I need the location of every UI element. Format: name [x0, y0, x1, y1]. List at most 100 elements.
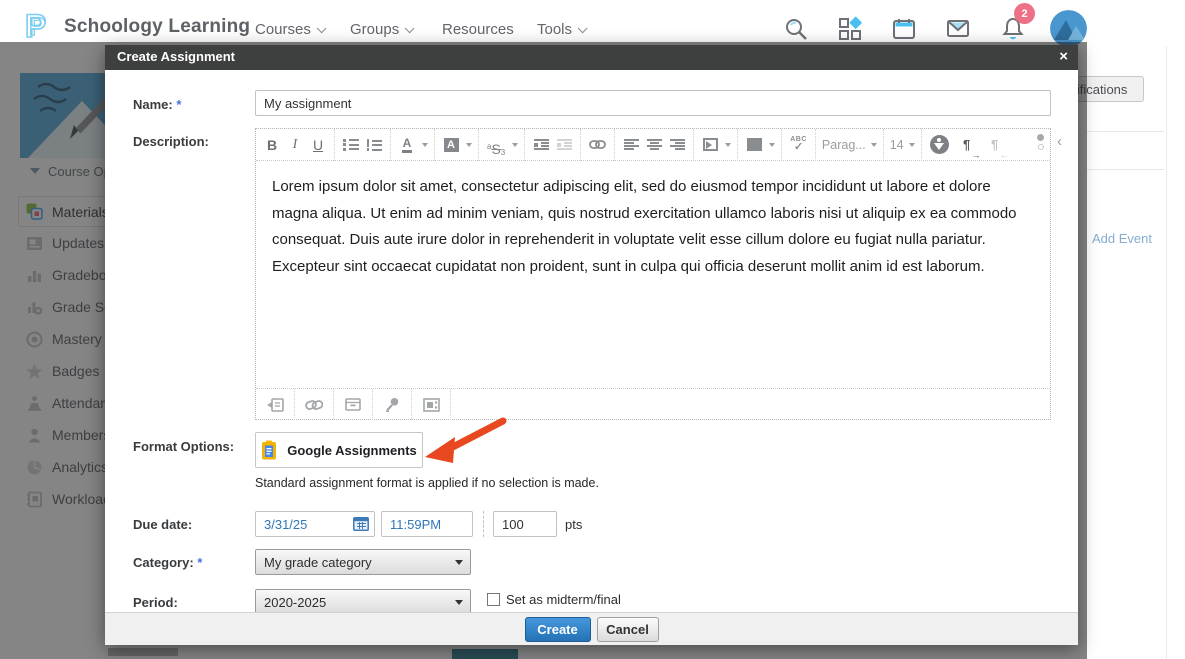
spellcheck-button[interactable]: ABC✓ — [788, 133, 809, 157]
insert-link-button[interactable] — [587, 133, 608, 157]
due-time-input[interactable] — [381, 511, 473, 537]
add-event-link[interactable]: Add Event — [1092, 231, 1152, 246]
bullet-list-icon — [343, 139, 359, 151]
align-left-icon — [624, 139, 639, 150]
google-assignments-label: Google Assignments — [287, 443, 417, 458]
create-button[interactable]: Create — [525, 617, 591, 642]
required-asterisk: * — [176, 97, 181, 112]
midterm-checkbox-label: Set as midterm/final — [506, 592, 621, 607]
collapse-toolbar-chevron[interactable]: ‹ — [1057, 133, 1062, 150]
nav-groups[interactable]: Groups — [350, 21, 411, 38]
insert-image-button[interactable] — [412, 389, 451, 420]
chevron-down-icon — [405, 23, 415, 33]
align-right-button[interactable] — [667, 133, 687, 157]
google-assignments-icon — [261, 440, 277, 460]
accessibility-icon — [930, 135, 949, 154]
schoology-logo-icon[interactable]: P P — [20, 6, 58, 44]
align-right-icon — [670, 139, 685, 150]
cancel-button[interactable]: Cancel — [597, 617, 659, 642]
chevron-down-icon — [317, 23, 327, 33]
italic-button[interactable]: I — [285, 133, 305, 157]
points-input[interactable] — [493, 511, 557, 537]
align-center-button[interactable] — [644, 133, 664, 157]
nav-courses[interactable]: Courses — [255, 21, 323, 38]
brand-name[interactable]: Schoology Learning — [64, 16, 250, 38]
bold-button[interactable]: B — [262, 133, 282, 157]
divider — [483, 511, 484, 537]
select-caret-icon — [455, 560, 463, 565]
description-label: Description: — [133, 134, 209, 149]
font-color-button[interactable]: A — [397, 133, 417, 157]
numbered-list-button[interactable] — [364, 133, 384, 157]
strikethrough-caret-icon[interactable] — [512, 143, 518, 147]
svg-text:P: P — [29, 13, 46, 41]
editor-bottom-toolbar — [256, 388, 1050, 419]
chevron-down-icon — [578, 23, 588, 33]
text-direction-rtl-button[interactable]: ¶ — [987, 133, 1007, 157]
text-direction-ltr-button[interactable]: ¶ — [959, 133, 979, 157]
category-select[interactable]: My grade category — [255, 549, 471, 575]
calendar-icon[interactable] — [891, 16, 917, 42]
format-help-text: Standard assignment format is applied if… — [255, 476, 599, 490]
record-audio-button[interactable] — [373, 389, 412, 420]
close-icon[interactable]: × — [1059, 48, 1068, 65]
divider — [1087, 169, 1164, 170]
indent-button[interactable] — [531, 133, 551, 157]
table-icon — [747, 138, 762, 151]
apps-grid-icon[interactable] — [837, 16, 863, 42]
resource-box-icon — [345, 398, 361, 411]
insert-table-button[interactable] — [744, 133, 764, 157]
messages-icon[interactable] — [945, 16, 971, 42]
notification-count-badge: 2 — [1014, 3, 1035, 24]
accessibility-checker-button[interactable] — [928, 133, 951, 157]
underline-button[interactable]: U — [308, 133, 328, 157]
rich-text-editor: B I U A A aS3 — [255, 128, 1051, 420]
nav-resources[interactable]: Resources — [442, 21, 514, 38]
name-label: Name: * — [133, 97, 181, 112]
attach-link-button[interactable] — [295, 389, 334, 420]
insert-media-icon — [703, 138, 718, 151]
description-textarea[interactable]: Lorem ipsum dolor sit amet, consectetur … — [256, 162, 1050, 387]
microphone-icon — [385, 397, 400, 412]
insert-content-icon — [267, 398, 284, 412]
font-size-caret-icon — [909, 143, 915, 147]
font-color-caret-icon[interactable] — [422, 143, 428, 147]
right-rail-border — [1166, 46, 1167, 659]
spellcheck-icon: ABC✓ — [790, 136, 807, 153]
annotation-arrow — [417, 415, 509, 477]
align-center-icon — [647, 139, 662, 150]
insert-media-button[interactable] — [700, 133, 720, 157]
name-input[interactable] — [255, 90, 1051, 116]
midterm-checkbox[interactable] — [487, 593, 500, 606]
divider — [1087, 131, 1164, 132]
modal-header: Create Assignment × — [105, 45, 1078, 70]
strikethrough-subscript-button[interactable]: aS3 — [485, 133, 507, 157]
dot-icon — [1038, 144, 1044, 150]
create-assignment-modal: Create Assignment × Name: * Description:… — [105, 45, 1078, 645]
insert-content-button[interactable] — [256, 389, 295, 420]
required-asterisk: * — [197, 555, 202, 570]
outdent-icon — [557, 139, 572, 150]
indent-icon — [534, 139, 549, 150]
outdent-button[interactable] — [554, 133, 574, 157]
dot-icon — [1037, 134, 1044, 141]
search-icon[interactable] — [783, 16, 809, 42]
due-date-label: Due date: — [133, 517, 192, 532]
nav-tools[interactable]: Tools — [537, 21, 584, 38]
format-options-label: Format Options: — [133, 439, 234, 454]
datepicker-calendar-icon[interactable] — [353, 517, 369, 531]
insert-media-caret-icon[interactable] — [725, 143, 731, 147]
insert-table-caret-icon[interactable] — [769, 143, 775, 147]
background-color-button[interactable]: A — [441, 133, 461, 157]
image-icon — [423, 398, 440, 412]
attach-resource-button[interactable] — [334, 389, 373, 420]
numbered-list-icon — [366, 139, 382, 151]
align-left-button[interactable] — [621, 133, 641, 157]
modal-title: Create Assignment — [117, 49, 235, 64]
paragraph-style-dropdown[interactable]: Parag... — [816, 129, 884, 161]
google-assignments-button[interactable]: Google Assignments — [255, 432, 423, 468]
toolbar-handle-dots[interactable] — [1037, 134, 1044, 150]
font-size-dropdown[interactable]: 14 — [884, 129, 922, 161]
background-color-caret-icon[interactable] — [466, 143, 472, 147]
bullet-list-button[interactable] — [341, 133, 361, 157]
